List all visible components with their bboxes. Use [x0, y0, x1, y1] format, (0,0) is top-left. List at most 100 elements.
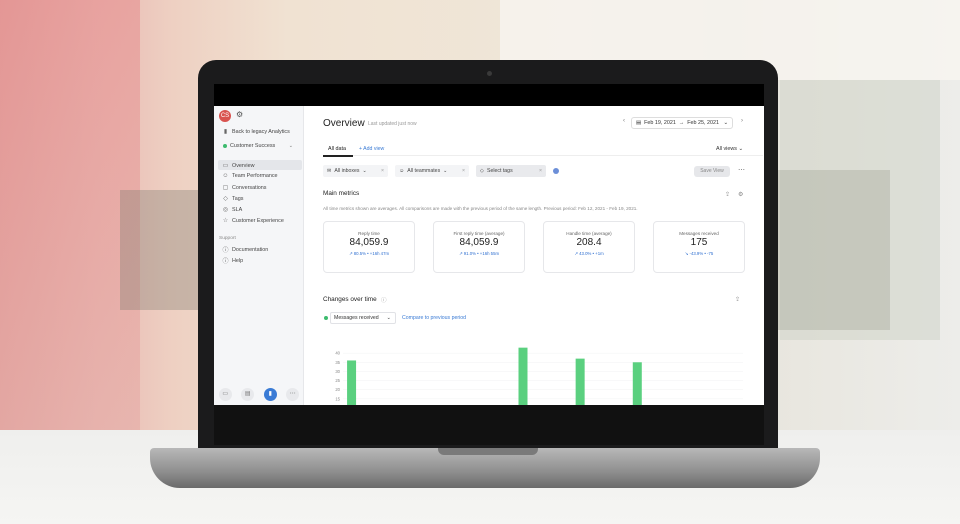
sidebar-item-team-performance[interactable]: ☺ Team Performance — [222, 173, 278, 179]
date-from: Feb 19, 2021 — [644, 120, 676, 126]
laptop-screen: CS ⚙ ▮ Back to legacy Analytics Customer… — [214, 84, 764, 405]
chart-bar[interactable] — [632, 362, 642, 405]
metric-change: ↗ 91.0% • +16h 55m — [458, 251, 500, 256]
chart-bar[interactable] — [518, 347, 528, 405]
series-color-dot — [324, 316, 328, 320]
sidebar-bottom-bar: ▭ ▤ ▮ ⋯ — [214, 388, 304, 401]
date-range-picker[interactable]: ▤ Feb 19, 2021 → Feb 25, 2021 ⌄ — [631, 117, 733, 129]
chevron-left-icon[interactable]: ‹ — [623, 118, 625, 124]
sidebar-item-label: Team Performance — [232, 173, 278, 179]
teammates-filter[interactable]: ☺ All teammates ⌄ × — [395, 165, 469, 177]
info-icon: ⓘ — [222, 259, 229, 265]
metric-value: 208.4 — [576, 237, 602, 248]
analytics-icon[interactable]: ▮ — [263, 388, 277, 401]
last-updated: Last updated just now — [368, 121, 417, 127]
laptop-notch — [438, 448, 538, 455]
chart-bar[interactable] — [575, 358, 585, 405]
sidebar-item-sla[interactable]: ◎ SLA — [222, 206, 243, 214]
messages-bar-chart: 40353025201510 — [335, 347, 743, 405]
add-filter-icon[interactable] — [553, 168, 559, 174]
chart-bar[interactable] — [347, 360, 357, 405]
metric-label: Messages received — [679, 231, 719, 236]
chevron-down-icon: ⌄ — [738, 146, 743, 152]
close-icon[interactable]: × — [462, 168, 465, 174]
chevron-down-icon: ⌄ — [443, 168, 448, 174]
sidebar-item-customer-experience[interactable]: ☆ Customer Experience — [222, 217, 284, 225]
close-icon[interactable]: × — [539, 168, 542, 174]
export-icon[interactable]: ⇪ — [735, 296, 740, 303]
main-content: Overview Last updated just now ‹ ▤ Feb 1… — [305, 106, 764, 405]
shield-icon: ◎ — [222, 207, 229, 213]
add-view-link[interactable]: + Add view — [359, 146, 384, 152]
series-select-label: Messages received — [334, 315, 379, 321]
metric-label: First reply time (average) — [453, 231, 505, 236]
team-selector[interactable]: Customer Success ⌄ — [219, 140, 299, 152]
sidebar-item-documentation[interactable]: ⓘ Documentation — [222, 245, 268, 255]
sidebar-item-label: Customer Experience — [232, 217, 284, 224]
tag-icon: ◇ — [223, 196, 228, 202]
metric-value: 84,059.9 — [349, 237, 389, 248]
metric-change: ↘ -43.9% • -75 — [684, 251, 714, 256]
y-tick-label: 35 — [335, 360, 340, 365]
series-select[interactable]: Messages received ⌄ — [330, 312, 396, 324]
sidebar-item-label: Conversations — [232, 184, 267, 191]
more-options-icon[interactable]: ⋯ — [738, 166, 745, 174]
chevron-down-icon: ⌄ — [723, 120, 728, 126]
sidebar-item-conversations[interactable]: ▢ Conversations — [222, 184, 267, 192]
all-views-dropdown[interactable]: All views ⌄ — [716, 146, 743, 152]
metric-label: Reply time — [358, 231, 380, 236]
envelope-icon: ✉ — [327, 168, 332, 174]
gear-icon[interactable]: ⚙ — [738, 191, 743, 198]
sidebar-item-label: Tags — [232, 195, 244, 202]
view-tabs: All data + Add view All views ⌄ — [323, 144, 763, 157]
metric-card-reply-time[interactable]: Reply time 84,059.9 ↗ 80.5% • +16h 47m — [323, 221, 415, 273]
sidebar-item-label: SLA — [232, 206, 243, 213]
tags-filter-label: Select tags — [487, 168, 513, 174]
more-icon[interactable]: ⋯ — [286, 388, 300, 401]
team-status-dot — [223, 144, 227, 148]
camera — [487, 71, 492, 76]
avatar[interactable]: CS — [219, 110, 231, 122]
calendar-icon[interactable]: ▤ — [241, 388, 255, 401]
info-icon[interactable]: ⓘ — [381, 296, 387, 304]
gear-icon[interactable]: ⚙ — [236, 110, 243, 119]
background-object-right — [770, 170, 890, 330]
star-icon: ☆ — [222, 218, 229, 224]
inboxes-filter[interactable]: ✉ All inboxes ⌄ × — [323, 165, 388, 177]
changes-over-time-title: Changes over time — [323, 296, 377, 303]
sidebar-item-tags[interactable]: ◇ Tags — [222, 195, 244, 203]
main-metrics-title: Main metrics — [323, 190, 360, 197]
chevron-right-icon[interactable]: › — [741, 118, 743, 124]
user-icon: ☺ — [222, 173, 229, 179]
metric-change: ↗ 80.5% • +16h 47m — [348, 251, 390, 256]
metric-card-handle-time[interactable]: Handle time (average) 208.4 ↗ 43.0% • +1… — [543, 221, 635, 273]
team-label: Customer Success — [230, 143, 276, 149]
y-tick-label: 20 — [335, 387, 340, 392]
back-to-legacy-link[interactable]: ▮ Back to legacy Analytics — [222, 128, 290, 136]
tags-filter[interactable]: ◇ Select tags × — [476, 165, 546, 177]
metrics-description: All time metrics shown are averages. All… — [323, 206, 638, 211]
sidebar-item-label: Overview — [232, 162, 255, 169]
metric-card-first-reply-time[interactable]: First reply time (average) 84,059.9 ↗ 91… — [433, 221, 525, 273]
metric-card-messages-received[interactable]: Messages received 175 ↘ -43.9% • -75 — [653, 221, 745, 273]
sidebar-item-help[interactable]: ⓘ Help — [222, 256, 243, 266]
y-tick-label: 40 — [335, 351, 340, 356]
page-title: Overview — [323, 118, 365, 129]
arrow-right-icon: → — [678, 120, 685, 126]
inbox-icon[interactable]: ▭ — [218, 388, 232, 401]
save-view-button[interactable]: Save View — [694, 166, 730, 177]
metric-value: 175 — [690, 237, 708, 248]
compare-previous-link[interactable]: Compare to previous period — [402, 315, 466, 321]
export-icon[interactable]: ⇪ — [725, 191, 730, 198]
info-icon: ⓘ — [222, 248, 229, 254]
metric-change: ↗ 43.0% • +1m — [574, 251, 604, 256]
users-icon: ☺ — [399, 168, 405, 174]
chevron-down-icon: ⌄ — [362, 168, 367, 174]
tab-all-data[interactable]: All data — [328, 146, 346, 152]
close-icon[interactable]: × — [381, 168, 384, 174]
metric-label: Handle time (average) — [566, 231, 612, 236]
tag-icon: ◇ — [480, 168, 484, 174]
metric-value: 84,059.9 — [459, 237, 499, 248]
chevron-down-icon: ⌄ — [386, 315, 391, 321]
sidebar-item-overview[interactable]: ▭ Overview — [222, 162, 255, 170]
